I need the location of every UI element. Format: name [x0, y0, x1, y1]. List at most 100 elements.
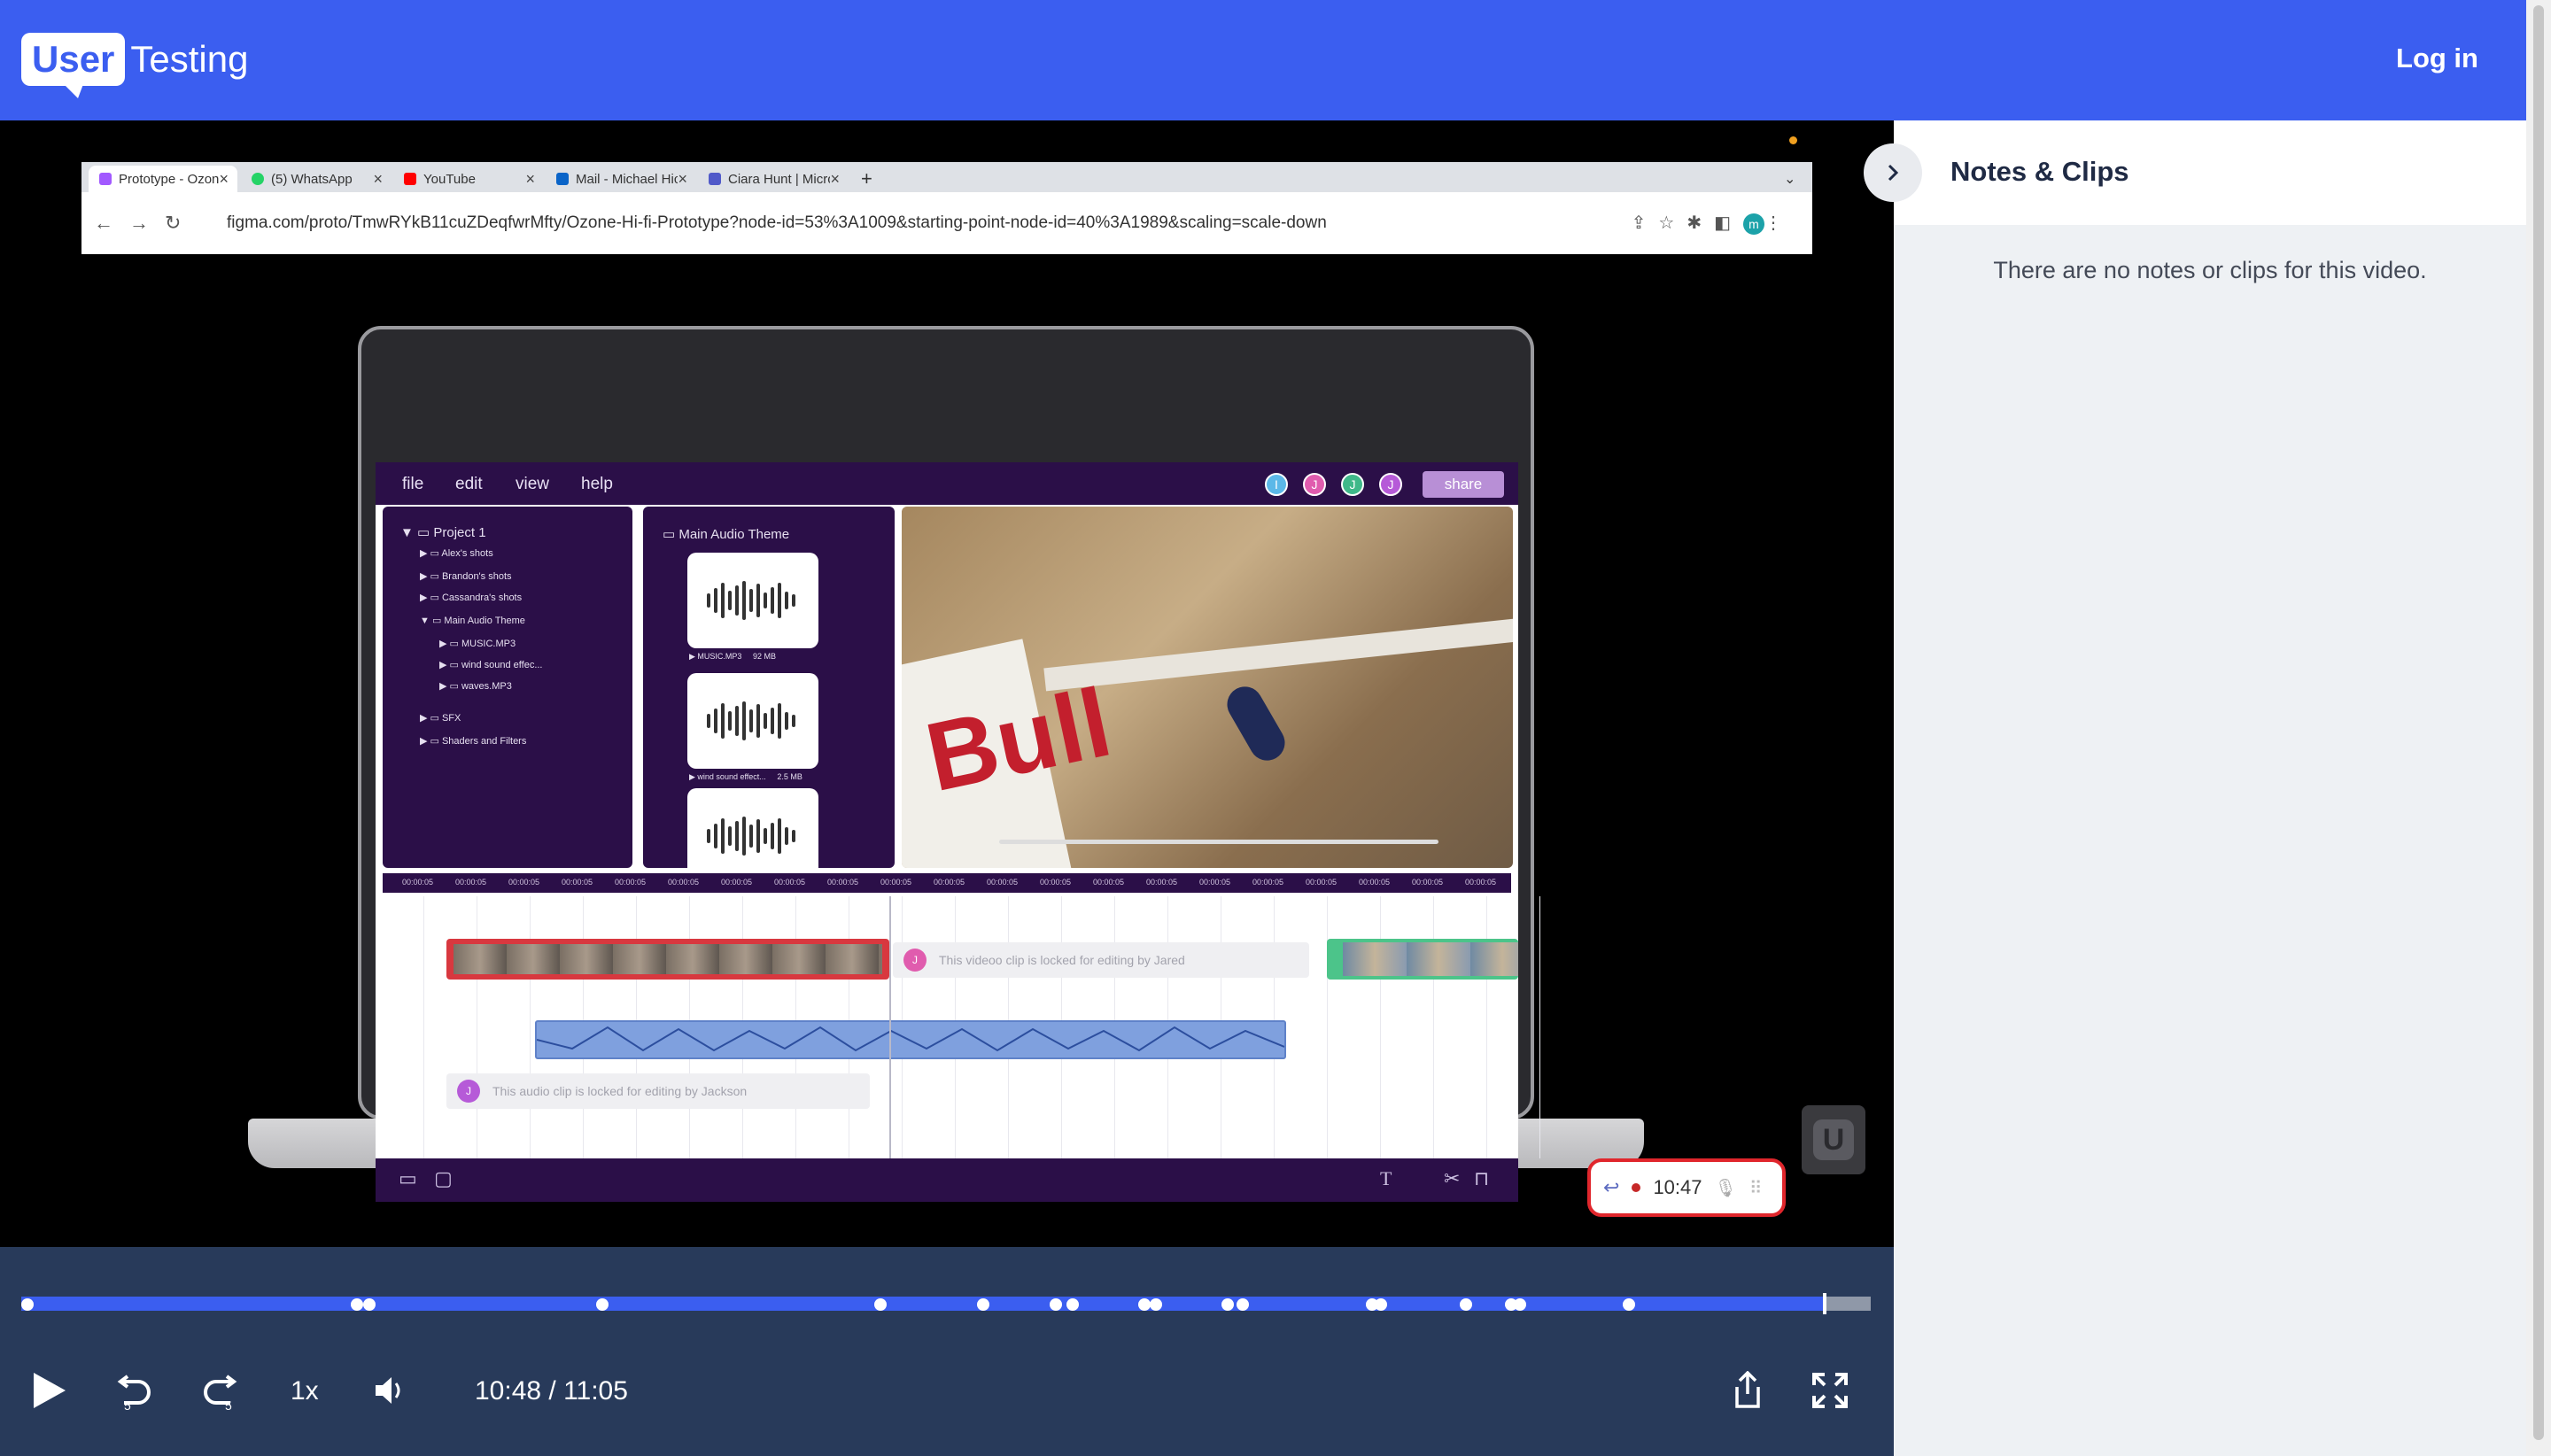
waveform-icon	[707, 581, 795, 620]
prototype-app-screen: file edit view help I J J J share ▼ ▭ Pr…	[376, 462, 1540, 1202]
share-icon	[1735, 1370, 1760, 1408]
ruler-tick-label: 00:00:05	[934, 878, 965, 887]
ruler-tick-label: 00:00:05	[1093, 878, 1125, 887]
tab-list-chevron-icon: ⌄	[1784, 172, 1796, 187]
progress-marker[interactable]	[1236, 1298, 1249, 1311]
menu-file: file	[402, 475, 424, 493]
ruler-tick-label: 00:00:05	[827, 878, 859, 887]
tree-item: ▶ ▭ Shaders and Filters	[420, 736, 527, 747]
forward-5-button[interactable]: 5	[200, 1369, 239, 1416]
recorder-widget: ↩ 10:47 🎙 ⠿	[1587, 1158, 1786, 1217]
progress-remaining[interactable]	[1823, 1297, 1871, 1311]
recorded-browser-window: Prototype - Ozone Hi-fi Prot× (5) WhatsA…	[81, 162, 1812, 254]
browser-tab: Prototype - Ozone Hi-fi Prot×	[89, 166, 237, 192]
tab-title: Prototype - Ozone Hi-fi Prot	[119, 171, 220, 187]
login-link[interactable]: Log in	[2396, 43, 2478, 74]
audio-files-panel: ▭ Main Audio Theme ▶ MUSIC.MP3 92 MB ▶ wi…	[643, 507, 895, 868]
app-menubar: file edit view help I J J J share	[376, 462, 1518, 505]
usertesting-watermark: U	[1802, 1105, 1865, 1174]
progress-marker[interactable]	[1514, 1298, 1527, 1311]
progress-marker[interactable]	[1221, 1298, 1235, 1311]
progress-marker[interactable]	[1066, 1298, 1079, 1311]
whatsapp-icon	[252, 173, 264, 185]
ruler-tick-label: 00:00:05	[1359, 878, 1391, 887]
tree-item: ▶ ▭ SFX	[420, 713, 461, 724]
playhead-handle[interactable]	[1822, 1293, 1826, 1314]
audio-clip	[535, 1020, 1286, 1059]
svg-text:5: 5	[124, 1398, 131, 1412]
forward-5-icon: 5	[204, 1375, 237, 1413]
skydiver	[1221, 680, 1291, 767]
tree-item: ▶ ▭ wind sound effec...	[439, 660, 543, 670]
audio-waveform	[536, 1026, 1285, 1052]
tab-title: Ciara Hunt | Microsoft Teams	[728, 171, 830, 187]
tab-title: (5) WhatsApp	[271, 171, 353, 187]
video-clip-green	[1327, 939, 1518, 980]
outlook-icon	[556, 173, 569, 185]
menu-edit: edit	[455, 475, 483, 493]
fullscreen-button[interactable]	[1812, 1373, 1848, 1413]
menu-view: view	[516, 475, 550, 493]
playback-speed-button[interactable]: 1x	[291, 1376, 319, 1406]
text-tool-icon: T	[1380, 1167, 1392, 1189]
scissors-icon: ✂	[1444, 1167, 1461, 1189]
page-scrollbar[interactable]	[2526, 0, 2551, 1456]
browser-toolbar-icons: ⇪☆✱◧ m ⋮	[1631, 213, 1795, 235]
progress-marker[interactable]	[1049, 1298, 1062, 1311]
chevron-right-icon	[1888, 164, 1899, 182]
browser-tab: (5) WhatsApp ×	[241, 166, 392, 192]
progress-bar[interactable]	[21, 1297, 1871, 1311]
scrollbar-thumb[interactable]	[2533, 5, 2544, 1440]
ruler-tick-label: 00:00:05	[774, 878, 806, 887]
video-preview: Bull	[902, 507, 1513, 868]
logo-user-text: User	[21, 33, 126, 98]
top-header: User Testing Log in	[0, 0, 2526, 120]
browser-tab: YouTube ×	[393, 166, 544, 192]
ruler-tick-label: 00:00:05	[668, 878, 700, 887]
close-icon: ×	[830, 169, 840, 188]
camera-icon: ▭	[399, 1167, 417, 1189]
progress-marker[interactable]	[873, 1298, 887, 1311]
notes-clips-panel: Notes & Clips There are no notes or clip…	[1864, 120, 2526, 1456]
ruler-tick-label: 00:00:05	[987, 878, 1019, 887]
browser-tab: Mail - Michael Hickman - Outlo×	[546, 166, 696, 192]
tree-item: ▶ ▭ waves.MP3	[439, 681, 512, 692]
volume-button[interactable]	[372, 1373, 407, 1413]
play-button[interactable]	[32, 1371, 67, 1414]
ruler-tick-label: 00:00:05	[1199, 878, 1231, 887]
progress-marker[interactable]	[21, 1298, 34, 1311]
progress-marker[interactable]	[350, 1298, 363, 1311]
notes-title: Notes & Clips	[1950, 156, 2129, 187]
new-tab-icon: +	[861, 167, 872, 190]
audio-file-label: ▶ wind sound effect... 2.5 MB	[689, 772, 803, 781]
menu-help: help	[581, 475, 613, 493]
tree-item: ▼ ▭ Project 1	[400, 525, 486, 540]
microphone-icon: 🎙	[1714, 1178, 1737, 1198]
volume-icon	[376, 1377, 400, 1404]
app-bottom-toolbar: ▭ ▢ T ✂ ⊓	[376, 1158, 1518, 1202]
browser-url: figma.com/proto/TmwRYkB11cuZDeqfwrMfty/O…	[227, 213, 1327, 232]
close-icon: ×	[525, 169, 535, 188]
ruler-tick-label: 00:00:05	[1146, 878, 1178, 887]
session-video[interactable]: Prototype - Ozone Hi-fi Prot× (5) WhatsA…	[0, 120, 1894, 1247]
ruler-tick-label: 00:00:05	[1252, 878, 1284, 887]
teams-icon	[709, 173, 721, 185]
avatar: J	[457, 1080, 480, 1103]
share-button[interactable]	[1733, 1370, 1763, 1414]
comment-icon: ▢	[434, 1167, 453, 1189]
ruler-tick-label: 00:00:05	[1040, 878, 1072, 887]
timeline-playhead	[889, 896, 891, 1158]
ruler-tick-label: 00:00:05	[1306, 878, 1338, 887]
notes-header: Notes & Clips	[1864, 120, 2526, 225]
figma-icon	[99, 173, 112, 185]
locked-clip-text: This videoo clip is locked for editing b…	[939, 953, 1185, 967]
collapse-panel-button[interactable]	[1864, 143, 1922, 202]
tree-item: ▶ ▭ Cassandra's shots	[420, 592, 523, 603]
recorder-time: 10:47	[1653, 1176, 1702, 1198]
usertesting-logo[interactable]: User Testing	[21, 30, 248, 98]
ruler-tick-label: 00:00:05	[1465, 878, 1497, 887]
progress-marker[interactable]	[1149, 1298, 1162, 1311]
ruler-tick-label: 00:00:05	[615, 878, 647, 887]
rewind-5-button[interactable]: 5	[115, 1369, 154, 1416]
tree-item: ▶ ▭ Alex's shots	[420, 548, 493, 559]
